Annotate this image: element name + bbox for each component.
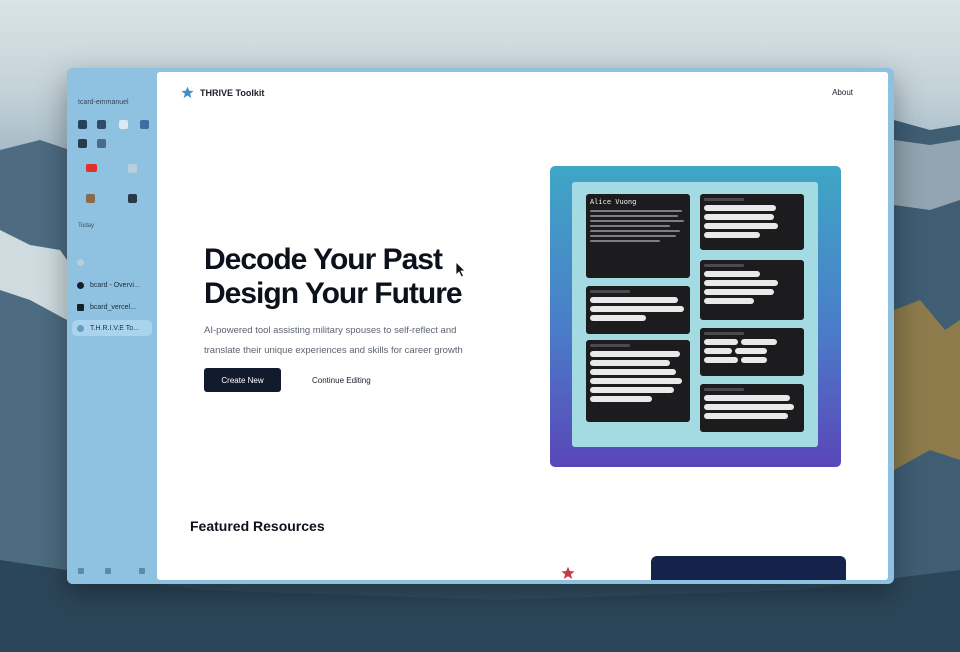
resource-card[interactable] (651, 556, 846, 580)
about-link[interactable]: About (832, 88, 853, 97)
new-tab-icon[interactable] (105, 568, 111, 574)
skills-card (586, 340, 690, 422)
resume-preview-image: Alice Vuong (550, 166, 841, 467)
profile-card: Alice Vuong (586, 194, 690, 278)
management-card (700, 260, 804, 320)
sidebar-tab-label: bcard_vercel... (90, 303, 136, 311)
web-page: THRIVE Toolkit About Decode Your Past De… (157, 72, 888, 580)
youtube-icon[interactable] (86, 164, 97, 172)
browser-window: tcard-emmanuel Today bcard - Overvi... b… (67, 68, 894, 584)
values-card (700, 384, 804, 432)
strengths-card (700, 194, 804, 250)
profile-name: Alice Vuong (590, 198, 637, 206)
pinned-app-icon[interactable] (128, 164, 137, 173)
sidebar-tab-active[interactable]: T.H.R.I.V.E To... (72, 320, 152, 336)
site-brand[interactable]: THRIVE Toolkit (200, 88, 264, 98)
settings-icon[interactable] (78, 568, 84, 574)
star-logo-icon (181, 86, 194, 99)
continue-editing-button[interactable]: Continue Editing (312, 376, 371, 385)
sidebar-tab[interactable]: bcard_vercel... (72, 299, 152, 315)
pinned-app-icon[interactable] (97, 139, 106, 148)
pinned-app-icon[interactable] (86, 194, 95, 203)
qualities-card (700, 328, 804, 376)
mouse-cursor-icon (456, 262, 466, 278)
space-name: tcard-emmanuel (78, 99, 129, 106)
downloads-icon[interactable] (139, 568, 145, 574)
pinned-app-icon[interactable] (119, 120, 128, 129)
create-new-button[interactable]: Create New (204, 368, 281, 392)
resource-star-logo-icon (561, 566, 575, 580)
pinned-app-icon[interactable] (78, 120, 87, 129)
sidebar-tab-label: T.H.R.I.V.E To... (90, 324, 140, 332)
pinned-app-icon[interactable] (128, 194, 137, 203)
tab-favicon-icon (77, 258, 84, 266)
pinned-app-icon[interactable] (97, 120, 106, 129)
sidebar-tab[interactable]: bcard - Overvi... (72, 277, 152, 293)
resume-preview-board: Alice Vuong (572, 182, 818, 447)
tab-favicon-icon (77, 303, 84, 311)
pinned-app-icon[interactable] (78, 139, 87, 148)
sidebar-tab[interactable] (72, 254, 152, 270)
site-navbar: THRIVE Toolkit About (157, 72, 888, 114)
hero-subtitle: AI-powered tool assisting military spous… (204, 325, 463, 356)
featured-resources-title: Featured Resources (190, 518, 325, 534)
sidebar-tab-label: bcard - Overvi... (90, 281, 140, 289)
tab-favicon-icon (77, 281, 84, 289)
sidebar-section-label: Today (78, 223, 95, 229)
browser-sidebar: tcard-emmanuel Today bcard - Overvi... b… (67, 68, 157, 584)
tab-favicon-icon (77, 324, 84, 332)
pinned-app-icon[interactable] (140, 120, 149, 129)
hero-title: Decode Your Past Design Your Future (204, 243, 463, 310)
experience-card (586, 286, 690, 334)
